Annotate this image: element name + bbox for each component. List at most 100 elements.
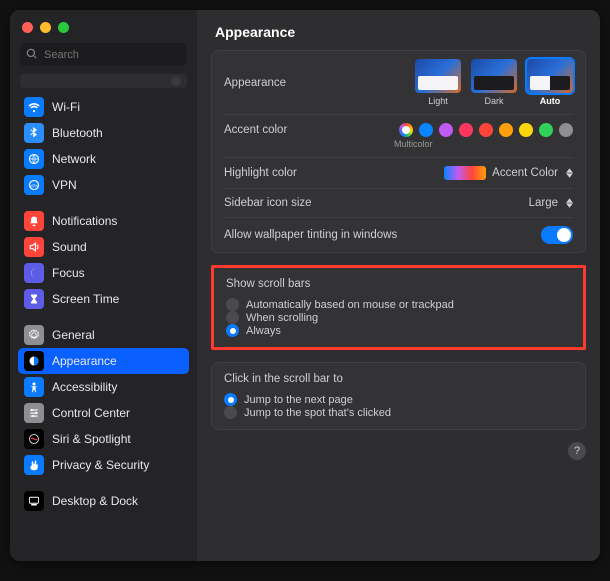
row-highlight: Highlight color Accent Color — [224, 158, 573, 189]
accent-purple[interactable] — [439, 123, 453, 137]
appearance-label: Appearance — [224, 77, 286, 89]
scrollbars-panel: Show scroll bars Automatically based on … — [214, 268, 583, 347]
sidebar-item-label: Accessibility — [52, 380, 117, 394]
row-sidebar-size: Sidebar icon size Large — [224, 189, 573, 218]
accent-graphite[interactable] — [559, 123, 573, 137]
vpn-icon: VPN — [24, 175, 44, 195]
highlight-swatch — [444, 166, 486, 180]
help-button[interactable]: ? — [568, 442, 586, 460]
sidebar-item-privacy-security[interactable]: Privacy & Security — [18, 452, 189, 478]
multicolor-label: Multicolor — [224, 139, 433, 149]
sidebar-size-select[interactable]: Large — [529, 197, 573, 209]
scrollbars-group: Show scroll bars Automatically based on … — [226, 268, 571, 347]
radio-label: Jump to the spot that's clicked — [244, 407, 391, 419]
stepper-icon — [566, 198, 573, 208]
page-title: Appearance — [197, 10, 600, 50]
moon-icon — [24, 263, 44, 283]
bluetooth-icon — [24, 123, 44, 143]
sidebar-item-focus[interactable]: Focus — [18, 260, 189, 286]
radio-icon — [226, 311, 239, 324]
tinting-label: Allow wallpaper tinting in windows — [224, 229, 397, 241]
accent-blue[interactable] — [419, 123, 433, 137]
sidebar-size-value: Large — [529, 197, 558, 209]
sidebar-item-accessibility[interactable]: Accessibility — [18, 374, 189, 400]
search-wrap — [20, 43, 187, 66]
svg-text:VPN: VPN — [29, 183, 38, 188]
sidebar-item-bluetooth[interactable]: Bluetooth — [18, 120, 189, 146]
sidebar-item-label: Bluetooth — [52, 126, 103, 140]
search-input[interactable] — [20, 43, 187, 66]
sidebar-item-label: General — [52, 328, 95, 342]
highlight-label: Highlight color — [224, 167, 297, 179]
sidebar-item-appearance[interactable]: Appearance — [18, 348, 189, 374]
accent-pink[interactable] — [459, 123, 473, 137]
sidebar-item-partial[interactable] — [20, 74, 187, 88]
sidebar-item-desktop-dock[interactable]: Desktop & Dock — [18, 488, 189, 514]
minimize-button[interactable] — [40, 22, 51, 33]
sidebar-item-screen-time[interactable]: Screen Time — [18, 286, 189, 312]
scrollclick-option[interactable]: Jump to the spot that's clicked — [224, 406, 573, 419]
sidebar-item-siri-spotlight[interactable]: Siri & Spotlight — [18, 426, 189, 452]
sidebar-item-vpn[interactable]: VPN VPN — [18, 172, 189, 198]
gear-icon — [24, 325, 44, 345]
scrollclick-option[interactable]: Jump to the next page — [224, 393, 573, 406]
sidebar-item-label: Appearance — [52, 354, 117, 368]
sidebar-size-label: Sidebar icon size — [224, 197, 312, 209]
accent-orange[interactable] — [499, 123, 513, 137]
sound-icon — [24, 237, 44, 257]
sidebar-item-label: Focus — [52, 266, 85, 280]
appearance-option-label: Light — [428, 96, 448, 106]
sidebar-item-network[interactable]: Network — [18, 146, 189, 172]
appearance-option-label: Auto — [540, 96, 561, 106]
sidebar-item-label: Notifications — [52, 214, 117, 228]
accent-red[interactable] — [479, 123, 493, 137]
radio-label: Jump to the next page — [244, 394, 353, 406]
scrollclick-label: Click in the scroll bar to — [224, 373, 573, 385]
scrollbars-option[interactable]: When scrolling — [226, 311, 571, 324]
highlight-annotation: Show scroll bars Automatically based on … — [211, 265, 586, 350]
accent-label: Accent color — [224, 124, 287, 136]
radio-icon — [224, 393, 237, 406]
highlight-select[interactable]: Accent Color — [444, 166, 573, 180]
sliders-icon — [24, 403, 44, 423]
sidebar-list[interactable]: Wi-Fi Bluetooth Network VPN VPN Notifications… — [10, 72, 197, 561]
sidebar-item-sound[interactable]: Sound — [18, 234, 189, 260]
wifi-icon — [24, 97, 44, 117]
sidebar-item-label: VPN — [52, 178, 77, 192]
sidebar-item-label: Wi-Fi — [52, 100, 80, 114]
appearance-option-dark[interactable]: Dark — [471, 59, 517, 106]
radio-label: When scrolling — [246, 312, 318, 324]
scrollclick-panel: Click in the scroll bar to Jump to the n… — [211, 362, 586, 430]
search-icon — [26, 48, 38, 60]
row-tinting: Allow wallpaper tinting in windows — [224, 218, 573, 252]
appearance-option-label: Dark — [484, 96, 503, 106]
appear-icon — [24, 351, 44, 371]
sidebar-item-wi-fi[interactable]: Wi-Fi — [18, 94, 189, 120]
radio-icon — [226, 324, 239, 337]
close-button[interactable] — [22, 22, 33, 33]
radio-icon — [224, 406, 237, 419]
help-row: ? — [211, 442, 586, 460]
row-appearance: Appearance Light Dark Auto — [224, 51, 573, 115]
accent-multicolor[interactable] — [399, 123, 413, 137]
sidebar-item-control-center[interactable]: Control Center — [18, 400, 189, 426]
content-scroll[interactable]: Appearance Light Dark Auto Accent color Mu… — [197, 50, 600, 561]
radio-label: Always — [246, 325, 281, 337]
maximize-button[interactable] — [58, 22, 69, 33]
accent-green[interactable] — [539, 123, 553, 137]
row-accent: Accent color Multicolor — [224, 115, 573, 158]
sidebar-item-label: Desktop & Dock — [52, 494, 138, 508]
radio-label: Automatically based on mouse or trackpad — [246, 299, 454, 311]
sidebar-item-general[interactable]: General — [18, 322, 189, 348]
sidebar-item-notifications[interactable]: Notifications — [18, 208, 189, 234]
appearance-panel: Appearance Light Dark Auto Accent color Mu… — [211, 50, 586, 253]
bell-icon — [24, 211, 44, 231]
highlight-value: Accent Color — [492, 167, 558, 179]
appearance-option-light[interactable]: Light — [415, 59, 461, 106]
tinting-toggle[interactable] — [541, 226, 573, 244]
appearance-option-auto[interactable]: Auto — [527, 59, 573, 106]
accent-yellow[interactable] — [519, 123, 533, 137]
scrollbars-option[interactable]: Automatically based on mouse or trackpad — [226, 298, 571, 311]
scrollbars-option[interactable]: Always — [226, 324, 571, 337]
stepper-icon — [566, 168, 573, 178]
